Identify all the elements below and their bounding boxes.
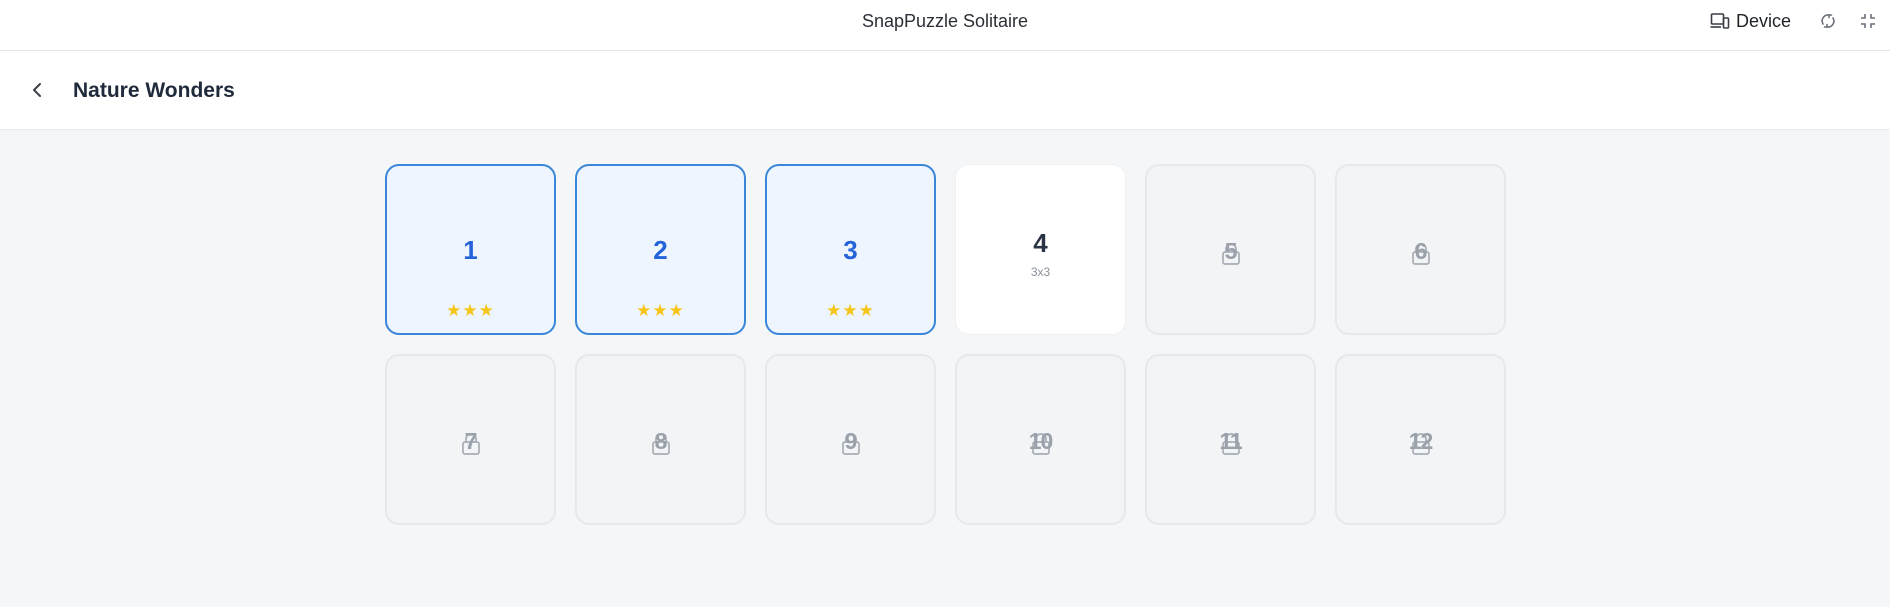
- locked-level: 7: [456, 428, 486, 455]
- back-button[interactable]: [24, 77, 50, 103]
- page-title: Nature Wonders: [73, 79, 235, 102]
- level-number: 5: [1224, 238, 1238, 264]
- locked-level: 10: [1026, 428, 1056, 455]
- star-rating: ★★★: [826, 301, 875, 320]
- level-grid: 1 ★★★ 2 ★★★ 3 ★★★ 4 3x3 5 6 7 8 9 10 11 …: [385, 164, 1506, 525]
- star-rating: ★★★: [636, 301, 685, 320]
- level-number: 1: [463, 235, 478, 265]
- page-header: Nature Wonders: [0, 51, 1890, 130]
- exit-fullscreen-button[interactable]: [1857, 10, 1879, 32]
- level-number: 9: [844, 428, 858, 454]
- app-title: SnapPuzzle Solitaire: [861, 11, 1029, 31]
- device-label: Device: [1736, 10, 1792, 31]
- exit-fullscreen-icon: [1861, 14, 1875, 28]
- level-number: 8: [654, 428, 668, 454]
- level-tile-2[interactable]: 2 ★★★: [575, 164, 746, 335]
- rotate-button[interactable]: [1817, 10, 1839, 32]
- level-number: 11: [1219, 428, 1242, 454]
- level-tile-11[interactable]: 11: [1145, 354, 1316, 525]
- level-number: 2: [653, 235, 668, 265]
- level-tile-1[interactable]: 1 ★★★: [385, 164, 556, 335]
- level-tile-10[interactable]: 10: [955, 354, 1126, 525]
- level-number: 7: [464, 428, 478, 454]
- rotate-icon: [1821, 14, 1835, 28]
- level-tile-6[interactable]: 6: [1335, 164, 1506, 335]
- locked-level: 6: [1406, 238, 1436, 265]
- level-tile-5[interactable]: 5: [1145, 164, 1316, 335]
- locked-level: 5: [1216, 238, 1246, 265]
- level-tile-4[interactable]: 4 3x3: [955, 164, 1126, 335]
- chevron-left-icon: [33, 83, 41, 97]
- level-number: 3: [843, 235, 858, 265]
- star-rating: ★★★: [446, 301, 495, 320]
- level-number: 10: [1028, 428, 1054, 454]
- level-tile-9[interactable]: 9: [765, 354, 936, 525]
- level-tile-3[interactable]: 3 ★★★: [765, 164, 936, 335]
- locked-level: 11: [1216, 428, 1246, 455]
- locked-level: 8: [646, 428, 676, 455]
- level-tile-12[interactable]: 12: [1335, 354, 1506, 525]
- device-icon: [1710, 13, 1730, 29]
- device-button[interactable]: Device: [1710, 10, 1791, 32]
- level-tile-7[interactable]: 7: [385, 354, 556, 525]
- level-number: 4: [1033, 228, 1048, 258]
- locked-level: 9: [836, 428, 866, 455]
- level-tile-8[interactable]: 8: [575, 354, 746, 525]
- level-number: 6: [1414, 238, 1428, 264]
- grid-size-label: 3x3: [1030, 265, 1051, 279]
- top-bar: SnapPuzzle Solitaire Device: [0, 0, 1890, 51]
- level-number: 12: [1408, 428, 1434, 454]
- locked-level: 12: [1406, 428, 1436, 455]
